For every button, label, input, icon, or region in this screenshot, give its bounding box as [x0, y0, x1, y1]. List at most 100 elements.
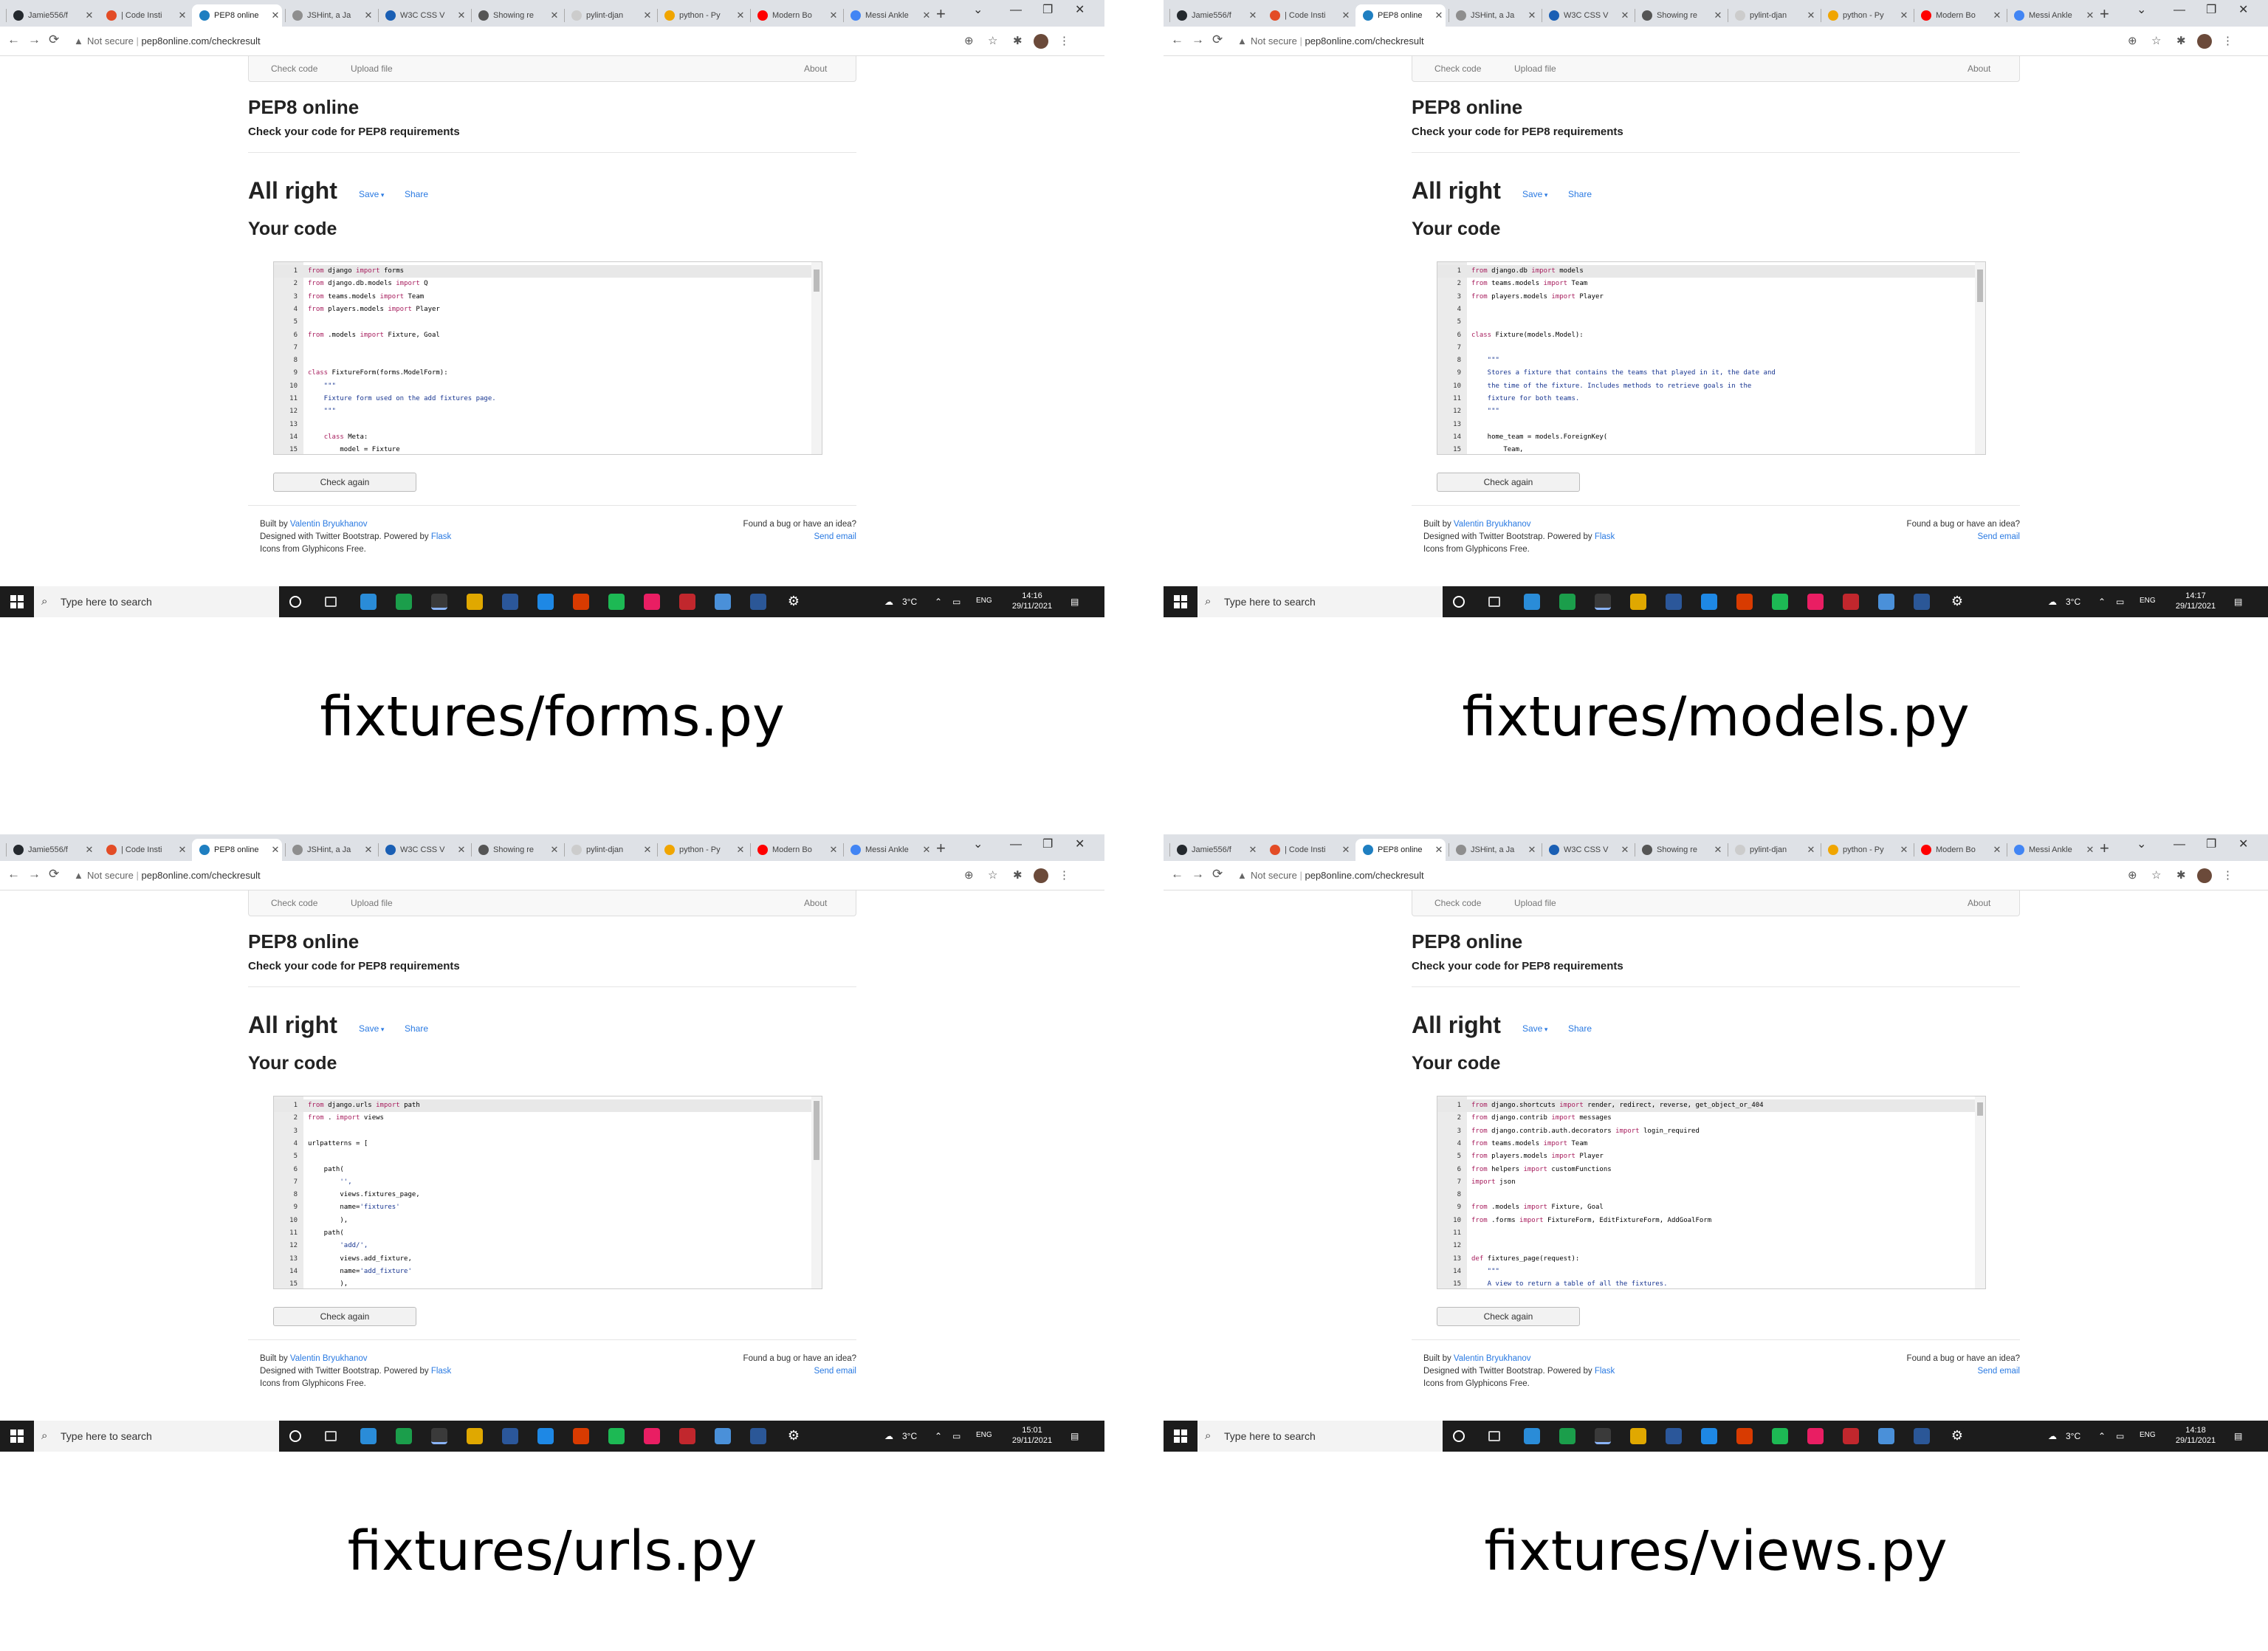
spotify-icon[interactable]: [608, 1428, 625, 1444]
nav-upload-file[interactable]: Upload file: [351, 898, 393, 908]
browser-tab[interactable]: Messi Ankle ✕: [2007, 4, 2097, 27]
nav-upload-file[interactable]: Upload file: [351, 64, 393, 74]
send-email-link[interactable]: Send email: [687, 1365, 856, 1378]
task-view-icon[interactable]: [1488, 597, 1500, 607]
restore-icon[interactable]: ❐: [1042, 3, 1053, 18]
file-explorer-icon[interactable]: [467, 1428, 483, 1444]
share-link[interactable]: Share: [1568, 189, 1592, 199]
minimize-icon[interactable]: —: [1010, 837, 1022, 852]
browser-tab[interactable]: Jamie556/f ✕: [6, 839, 96, 861]
new-tab-icon[interactable]: +: [2100, 839, 2109, 858]
close-icon[interactable]: ✕: [1618, 10, 1632, 21]
app-icon[interactable]: [679, 594, 695, 610]
ie-icon[interactable]: [537, 1428, 554, 1444]
close-icon[interactable]: ✕: [176, 10, 189, 21]
browser-tab[interactable]: JSHint, a Ja ✕: [1449, 839, 1539, 861]
browser-tab[interactable]: pylint-djan ✕: [564, 4, 654, 27]
browser-tab[interactable]: W3C CSS V ✕: [378, 4, 468, 27]
browser-tab[interactable]: Messi Ankle ✕: [2007, 839, 2097, 861]
nav-about[interactable]: About: [1968, 898, 1990, 908]
file-explorer-icon[interactable]: [1630, 1428, 1646, 1444]
reload-icon[interactable]: ⟳: [49, 867, 59, 882]
ie-icon[interactable]: [1701, 594, 1717, 610]
browser-tab[interactable]: JSHint, a Ja ✕: [285, 4, 375, 27]
avatar[interactable]: [2197, 868, 2212, 883]
close-icon[interactable]: ✕: [83, 844, 96, 856]
nav-check-code[interactable]: Check code: [271, 898, 317, 908]
browser-tab[interactable]: JSHint, a Ja ✕: [1449, 4, 1539, 27]
cortana-icon[interactable]: [1453, 596, 1465, 608]
browser-tab[interactable]: W3C CSS V ✕: [1542, 4, 1632, 27]
window-close-icon[interactable]: ✕: [1075, 837, 1085, 852]
editor-scrollbar[interactable]: [811, 262, 822, 454]
close-icon[interactable]: ✕: [1339, 844, 1353, 856]
save-dropdown[interactable]: Save ▾: [359, 189, 384, 199]
clock[interactable]: 14:17 29/11/2021: [2171, 591, 2221, 611]
close-icon[interactable]: ✕: [269, 10, 282, 21]
close-icon[interactable]: ✕: [1432, 10, 1446, 21]
close-icon[interactable]: ✕: [548, 10, 561, 21]
back-icon[interactable]: ←: [1171, 867, 1183, 882]
word-icon[interactable]: [1914, 1428, 1930, 1444]
clock[interactable]: 14:16 29/11/2021: [1007, 591, 1057, 611]
close-icon[interactable]: ✕: [641, 10, 654, 21]
close-icon[interactable]: ✕: [920, 844, 933, 856]
restore-icon[interactable]: ❐: [2206, 3, 2216, 18]
nav-about[interactable]: About: [804, 64, 827, 74]
share-link[interactable]: Share: [1568, 1023, 1592, 1034]
editor-scrollbar[interactable]: [1975, 262, 1985, 454]
taskbar-search[interactable]: ⌕ Type here to search: [1197, 1421, 1443, 1452]
close-icon[interactable]: ✕: [176, 844, 189, 856]
flask-link[interactable]: Flask: [431, 1367, 451, 1376]
network-icon[interactable]: ▭: [2116, 1431, 2124, 1441]
notifications-icon[interactable]: ▤: [1071, 1431, 1079, 1441]
reload-icon[interactable]: ⟳: [1212, 32, 1223, 47]
mail-icon[interactable]: [1524, 594, 1540, 610]
tray-chevron-icon[interactable]: ⌃: [935, 1431, 942, 1441]
close-icon[interactable]: ✕: [548, 844, 561, 856]
app-icon[interactable]: [715, 594, 731, 610]
browser-tab[interactable]: PEP8 online ✕: [1355, 4, 1446, 27]
browser-tab[interactable]: Modern Bo ✕: [750, 839, 840, 861]
word-icon[interactable]: [750, 594, 766, 610]
store-icon[interactable]: [1666, 594, 1682, 610]
zoom-icon[interactable]: ⊕: [2128, 868, 2137, 882]
office-icon[interactable]: [573, 594, 589, 610]
close-icon[interactable]: ✕: [734, 844, 747, 856]
browser-tab[interactable]: Jamie556/f ✕: [6, 4, 96, 27]
extensions-icon[interactable]: ✱: [1013, 868, 1023, 882]
nav-check-code[interactable]: Check code: [1434, 64, 1481, 74]
cortana-icon[interactable]: [289, 1430, 301, 1442]
flask-link[interactable]: Flask: [1595, 1367, 1615, 1376]
save-dropdown[interactable]: Save ▾: [1522, 189, 1547, 199]
office-icon[interactable]: [1736, 594, 1753, 610]
check-again-button[interactable]: Check again: [1437, 473, 1580, 492]
tray-chevron-icon[interactable]: ⌃: [2098, 1431, 2106, 1441]
code-editor[interactable]: 1 from django import forms 2 from django.db…: [273, 261, 822, 455]
spotify-icon[interactable]: [608, 594, 625, 610]
browser-tab[interactable]: pylint-djan ✕: [1728, 4, 1818, 27]
code-editor[interactable]: 1 from django.urls import path 2 from . imp…: [273, 1096, 822, 1289]
browser-tab[interactable]: Jamie556/f ✕: [1169, 4, 1260, 27]
close-icon[interactable]: ✕: [362, 10, 375, 21]
star-icon[interactable]: ☆: [2151, 868, 2161, 882]
app-icon[interactable]: [715, 1428, 731, 1444]
scroll-thumb[interactable]: [814, 1101, 819, 1160]
send-email-link[interactable]: Send email: [1850, 531, 2020, 543]
close-icon[interactable]: ✕: [1990, 10, 2004, 21]
tab-search-icon[interactable]: ⌄: [973, 3, 983, 18]
editor-scrollbar[interactable]: [811, 1096, 822, 1288]
browser-tab[interactable]: | Code Insti ✕: [99, 839, 189, 861]
close-icon[interactable]: ✕: [1525, 844, 1539, 856]
author-link[interactable]: Valentin Bryukhanov: [1454, 1354, 1531, 1363]
office-icon[interactable]: [573, 1428, 589, 1444]
browser-tab[interactable]: PEP8 online ✕: [192, 4, 282, 27]
send-email-link[interactable]: Send email: [687, 531, 856, 543]
app-icon[interactable]: [644, 1428, 660, 1444]
author-link[interactable]: Valentin Bryukhanov: [1454, 520, 1531, 529]
chrome-icon[interactable]: [1595, 594, 1611, 610]
store-icon[interactable]: [502, 1428, 518, 1444]
app-icon[interactable]: [1843, 1428, 1859, 1444]
settings-icon[interactable]: ⚙: [1949, 594, 1965, 610]
menu-icon[interactable]: ⋮: [1059, 868, 1070, 882]
